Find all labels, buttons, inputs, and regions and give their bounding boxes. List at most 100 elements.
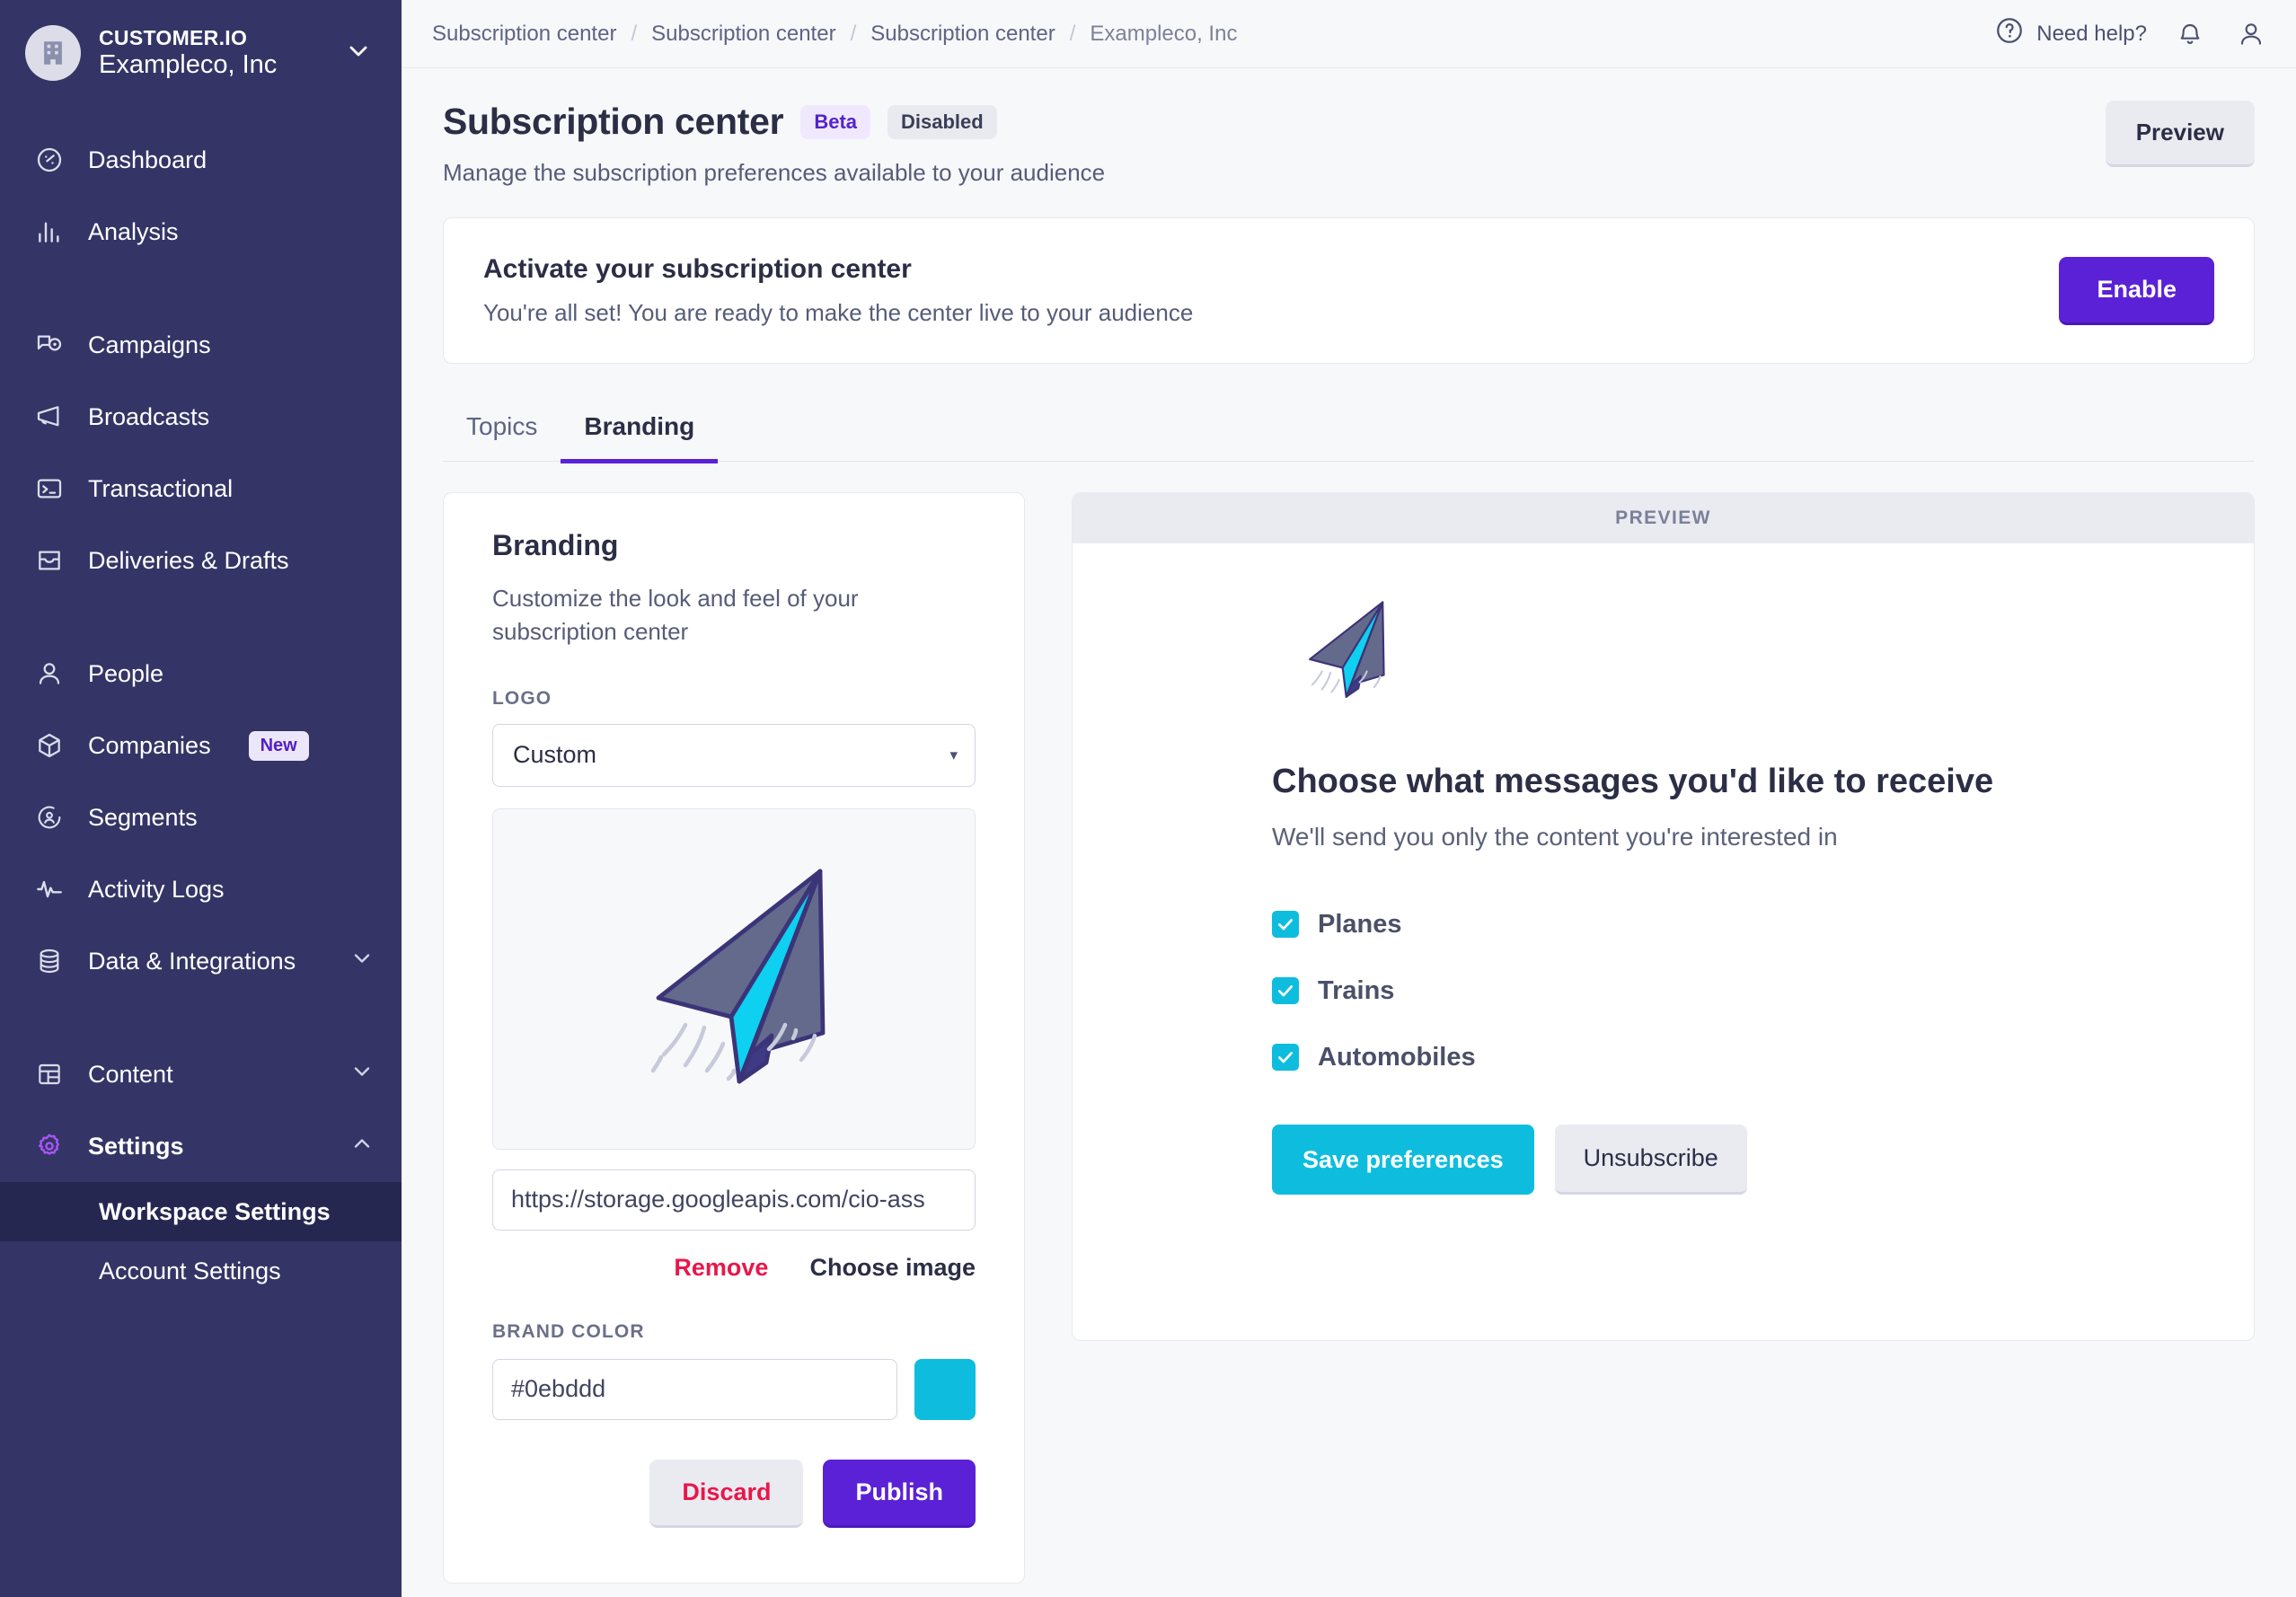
sidebar-item-label: Data & Integrations [88,947,296,975]
remove-image-link[interactable]: Remove [674,1254,768,1282]
sidebar-item-label: Companies [88,731,211,759]
preview-heading: Choose what messages you'd like to recei… [1272,763,1994,800]
top-bar-actions: Need help? [1994,15,2269,52]
branding-panel-actions: Discard Publish [492,1459,976,1528]
brand-color-swatch[interactable] [914,1358,976,1420]
segment-icon [32,800,66,834]
topic-row[interactable]: Planes [1272,891,2200,957]
terminal-icon [32,472,66,506]
preview-button[interactable]: Preview [2105,101,2255,167]
workspace-name: Exampleco, Inc [99,49,278,79]
checkbox-checked-icon[interactable] [1272,911,1299,938]
sidebar-item-segments[interactable]: Segments [0,781,402,853]
topic-label: Trains [1318,975,1395,1005]
logo-select-wrap: Custom ▾ [492,723,976,787]
page-title: Subscription center [443,101,784,142]
logo-preview-box [492,807,976,1150]
pulse-icon [32,872,66,906]
checkbox-checked-icon[interactable] [1272,1044,1299,1071]
sidebar-item-content[interactable]: Content [0,1038,402,1110]
layout-icon [32,1057,66,1091]
topic-label: Automobiles [1318,1042,1476,1072]
sidebar-item-broadcasts[interactable]: Broadcasts [0,381,402,453]
tab-topics[interactable]: Topics [443,400,561,463]
preview-panel-body: Choose what messages you'd like to recei… [1073,543,2254,1340]
breadcrumb-item-1[interactable]: Subscription center [432,22,616,47]
save-preferences-button[interactable]: Save preferences [1272,1125,1534,1195]
user-icon [32,657,66,691]
tab-branding[interactable]: Branding [561,400,719,463]
sidebar-subitem-label: Workspace Settings [99,1197,331,1225]
choose-image-link[interactable]: Choose image [809,1254,976,1282]
sidebar-item-people[interactable]: People [0,638,402,710]
question-circle-icon [1994,15,2025,52]
topic-label: Planes [1318,909,1402,939]
brand-color-input[interactable] [492,1358,897,1420]
logo-url-input[interactable] [492,1169,976,1231]
sidebar-item-settings[interactable]: Settings [0,1110,402,1182]
sidebar-item-label: Transactional [88,474,234,502]
checkbox-checked-icon[interactable] [1272,977,1299,1004]
activate-card: Activate your subscription center You're… [443,217,2255,364]
activate-card-text: Activate your subscription center You're… [483,254,2059,327]
sidebar: CUSTOMER.IO Exampleco, Inc Dashboard Ana… [0,0,402,1597]
breadcrumb: Subscription center / Subscription cente… [432,22,1237,47]
sidebar-item-label: Settings [88,1132,184,1160]
need-help-button[interactable]: Need help? [1994,15,2147,52]
page-header: Subscription center Beta Disabled Manage… [402,68,2296,187]
publish-button[interactable]: Publish [823,1459,976,1528]
preview-panel-inner: Choose what messages you'd like to recei… [1073,590,2254,1195]
unsubscribe-button[interactable]: Unsubscribe [1554,1125,1747,1195]
sidebar-item-data-integrations[interactable]: Data & Integrations [0,925,402,997]
sidebar-item-companies[interactable]: Companies New [0,710,402,781]
workspace-text: CUSTOMER.IO Exampleco, Inc [99,26,326,79]
activate-card-subtitle: You're all set! You are ready to make th… [483,299,1194,326]
breadcrumb-separator: / [1069,21,1076,46]
preview-topic-list: Planes Trains Automobiles [1272,891,2200,1090]
breadcrumb-item-3[interactable]: Subscription center [870,22,1055,47]
branding-panel: Branding Customize the look and feel of … [443,492,1025,1584]
sidebar-item-campaigns[interactable]: Campaigns [0,309,402,381]
database-icon [32,944,66,978]
nav-group-messaging: Campaigns Broadcasts Transactional Deliv… [0,309,402,596]
logo-field-label: LOGO [492,687,552,709]
breadcrumb-item-2[interactable]: Subscription center [651,22,835,47]
preview-subheading: We'll send you only the content you're i… [1272,823,1838,851]
logo-select[interactable]: Custom [492,723,976,787]
megaphone-icon [32,400,66,434]
chevron-down-icon [349,1059,375,1090]
breadcrumb-separator: / [850,21,857,46]
page-header-text: Subscription center Beta Disabled Manage… [443,101,2106,187]
sidebar-item-label: People [88,659,164,687]
discard-button[interactable]: Discard [649,1459,804,1528]
paper-plane-logo [1309,601,1385,698]
sidebar-item-label: Deliveries & Drafts [88,546,289,574]
sidebar-item-account-settings[interactable]: Account Settings [0,1241,402,1301]
sidebar-item-activity-logs[interactable]: Activity Logs [0,853,402,925]
page-title-row: Subscription center Beta Disabled [443,101,2106,143]
sidebar-item-label: Content [88,1060,173,1088]
sidebar-item-transactional[interactable]: Transactional [0,453,402,525]
sidebar-subitem-label: Account Settings [99,1257,281,1284]
brand-color-field-label: BRAND COLOR [492,1320,645,1342]
gauge-icon [32,143,66,177]
sidebar-item-label: Analysis [88,217,179,245]
bell-icon[interactable] [2172,16,2208,52]
badge-new: New [248,730,309,761]
topic-row[interactable]: Trains [1272,957,2200,1024]
enable-button[interactable]: Enable [2059,256,2214,325]
sidebar-item-workspace-settings[interactable]: Workspace Settings [0,1182,402,1241]
page-subtitle: Manage the subscription preferences avai… [443,159,1106,186]
workspace-switcher[interactable]: CUSTOMER.IO Exampleco, Inc [0,0,402,104]
cube-icon [32,728,66,763]
need-help-label: Need help? [2036,21,2147,46]
user-avatar-icon[interactable] [2233,16,2269,52]
sidebar-item-analysis[interactable]: Analysis [0,196,402,268]
sidebar-item-dashboard[interactable]: Dashboard [0,124,402,196]
chevron-down-icon [349,946,375,977]
topic-row[interactable]: Automobiles [1272,1024,2200,1090]
sidebar-item-deliveries-drafts[interactable]: Deliveries & Drafts [0,525,402,596]
tab-bar: Topics Branding [443,400,2255,463]
branding-panel-title: Branding [492,529,619,561]
breadcrumb-item-4[interactable]: Exampleco, Inc [1090,22,1237,47]
